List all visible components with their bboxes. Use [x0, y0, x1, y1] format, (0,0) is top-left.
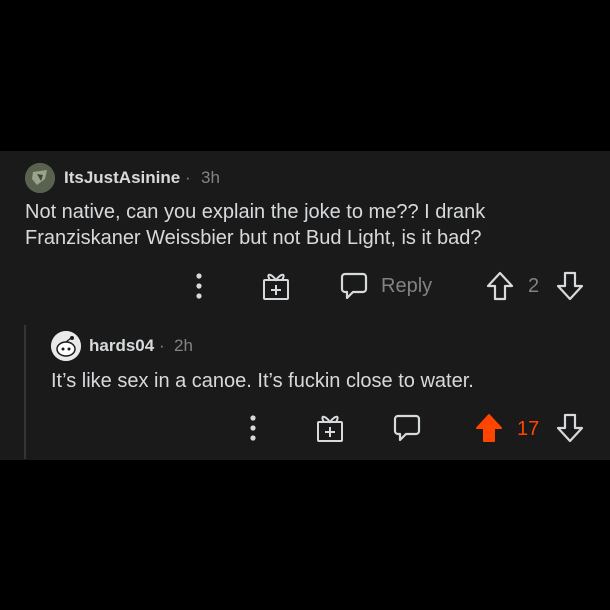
more-options-icon[interactable]	[188, 270, 210, 302]
avatar[interactable]	[25, 163, 55, 193]
comment-body: Not native, can you explain the joke to …	[25, 199, 485, 251]
comment-author[interactable]: ItsJustAsinine ·	[64, 168, 191, 188]
separator-dot: ·	[184, 168, 191, 187]
separator-dot: ·	[158, 336, 165, 355]
avatar[interactable]	[51, 331, 81, 361]
comment-body-line: Not native, can you explain the joke to …	[25, 201, 486, 223]
comment-body-line: It’s like sex in a canoe. It’s fuckin cl…	[51, 370, 474, 392]
reply-bubble-icon[interactable]	[391, 412, 423, 444]
reply-button[interactable]: Reply	[381, 275, 432, 298]
comment-age: 3h	[201, 168, 220, 187]
downvote-arrow-icon[interactable]	[555, 412, 585, 444]
comment-body-line: Franziskaner Weissbier but not Bud Light…	[25, 227, 482, 249]
comment-thread	[0, 151, 610, 460]
more-options-icon[interactable]	[242, 412, 264, 444]
author-name[interactable]: ItsJustAsinine	[64, 168, 180, 187]
author-name[interactable]: hards04	[89, 336, 154, 355]
comment-body: It’s like sex in a canoe. It’s fuckin cl…	[51, 368, 474, 394]
award-gift-icon[interactable]	[314, 412, 346, 444]
upvote-arrow-icon[interactable]	[485, 270, 515, 302]
upvote-arrow-icon[interactable]	[474, 412, 504, 444]
vote-score: 17	[517, 418, 540, 440]
comment-author[interactable]: hards04 ·	[89, 336, 165, 356]
thread-rail[interactable]	[24, 325, 26, 459]
award-gift-icon[interactable]	[260, 270, 292, 302]
reply-bubble-icon[interactable]	[338, 270, 370, 302]
downvote-arrow-icon[interactable]	[555, 270, 585, 302]
vote-score: 2	[528, 275, 540, 297]
comment-age: 2h	[174, 336, 193, 355]
